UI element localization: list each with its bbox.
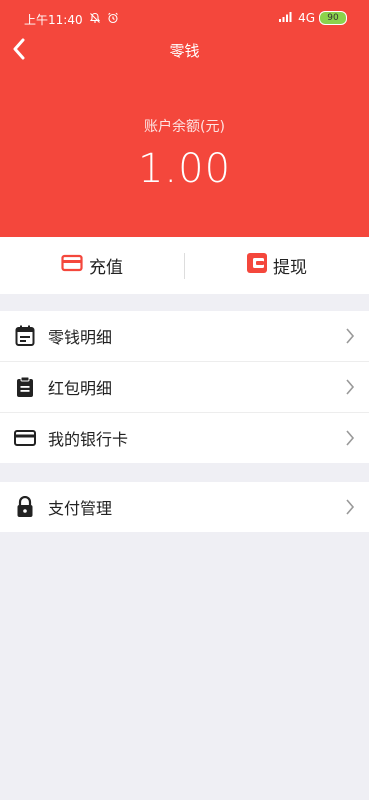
card-icon: [61, 254, 83, 277]
menu-item-label: 支付管理: [48, 499, 113, 518]
menu-item-label: 零钱明细: [48, 328, 113, 347]
status-time: 上午11:40: [24, 13, 83, 27]
calendar-icon: [14, 325, 36, 347]
mute-icon: [89, 12, 101, 27]
lock-icon: [14, 496, 36, 518]
menu-item-bank-cards[interactable]: 我的银行卡: [0, 413, 369, 463]
status-bar: 上午11:40 4G 90: [0, 0, 369, 36]
clipboard-icon: [14, 376, 36, 398]
chevron-right-icon: [345, 499, 355, 519]
chevron-right-icon: [345, 430, 355, 450]
withdraw-button[interactable]: 提现: [185, 237, 369, 294]
balance-label: 账户余额(元): [144, 119, 225, 135]
menu-item-label: 我的银行卡: [48, 430, 129, 449]
withdraw-label: 提现: [273, 258, 307, 278]
network-type: 4G: [298, 11, 315, 25]
battery-icon: 90: [319, 11, 347, 25]
alarm-icon: [107, 12, 119, 27]
balance-amount: 1.00: [137, 146, 232, 192]
action-bar: 充值 提现: [0, 237, 369, 294]
page-title: 零钱: [169, 42, 200, 60]
menu-item-label: 红包明细: [48, 379, 113, 398]
balance-header: 上午11:40 4G 90 零钱 账户余额(元) 1.00: [0, 0, 369, 237]
chevron-right-icon: [345, 328, 355, 348]
menu-group-1: 零钱明细 红包明细 我的银行卡: [0, 311, 369, 463]
menu-item-change-details[interactable]: 零钱明细: [0, 311, 369, 362]
navigation-bar: 零钱: [0, 36, 369, 66]
signal-icon: [278, 11, 294, 25]
wallet-icon: [247, 253, 267, 278]
chevron-right-icon: [345, 379, 355, 399]
menu-group-2: 支付管理: [0, 482, 369, 532]
recharge-button[interactable]: 充值: [0, 237, 184, 294]
menu-item-payment-management[interactable]: 支付管理: [0, 482, 369, 532]
menu-item-redpacket-details[interactable]: 红包明细: [0, 362, 369, 413]
recharge-label: 充值: [89, 258, 123, 278]
bank-card-icon: [14, 427, 36, 449]
